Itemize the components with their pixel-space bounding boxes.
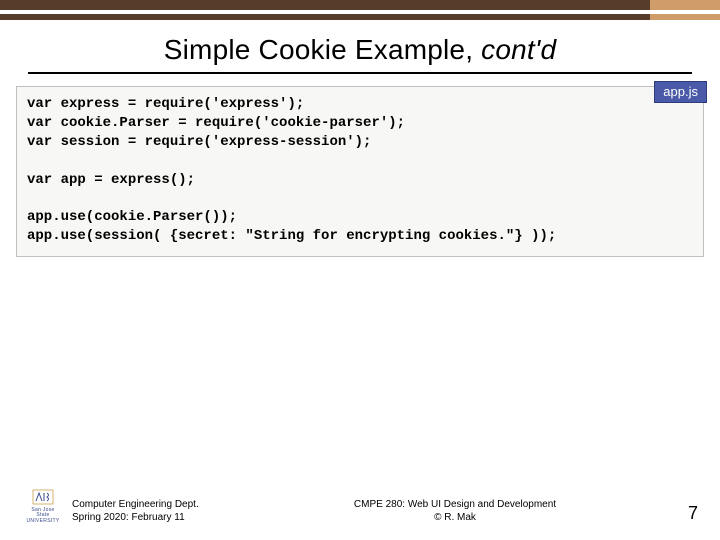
date-line: Spring 2020: February 11 xyxy=(72,512,242,525)
course-line: CMPE 280: Web UI Design and Development xyxy=(242,499,668,512)
slide-top-border xyxy=(0,0,720,20)
footer-center: CMPE 280: Web UI Design and Development … xyxy=(242,499,668,524)
sjsu-seal-icon xyxy=(31,487,55,507)
university-logo: San Jose State UNIVERSITY xyxy=(28,487,58,524)
slide-top-accent xyxy=(650,0,720,20)
logo-text-2: UNIVERSITY xyxy=(27,519,60,524)
code-content: var express = require('express'); var co… xyxy=(27,95,693,246)
title-text: Simple Cookie Example, xyxy=(164,34,481,65)
slide-footer: San Jose State UNIVERSITY Computer Engin… xyxy=(0,487,720,524)
title-underline xyxy=(28,72,692,74)
logo-text-1: San Jose State xyxy=(28,508,58,518)
copyright-line: © R. Mak xyxy=(242,512,668,525)
code-block: app.js var express = require('express');… xyxy=(16,86,704,257)
page-number: 7 xyxy=(668,503,698,524)
title-italic: cont'd xyxy=(481,34,556,65)
filename-badge: app.js xyxy=(654,81,707,103)
dept-line: Computer Engineering Dept. xyxy=(72,499,242,512)
slide-title: Simple Cookie Example, cont'd xyxy=(0,34,720,66)
footer-left: Computer Engineering Dept. Spring 2020: … xyxy=(72,499,242,524)
